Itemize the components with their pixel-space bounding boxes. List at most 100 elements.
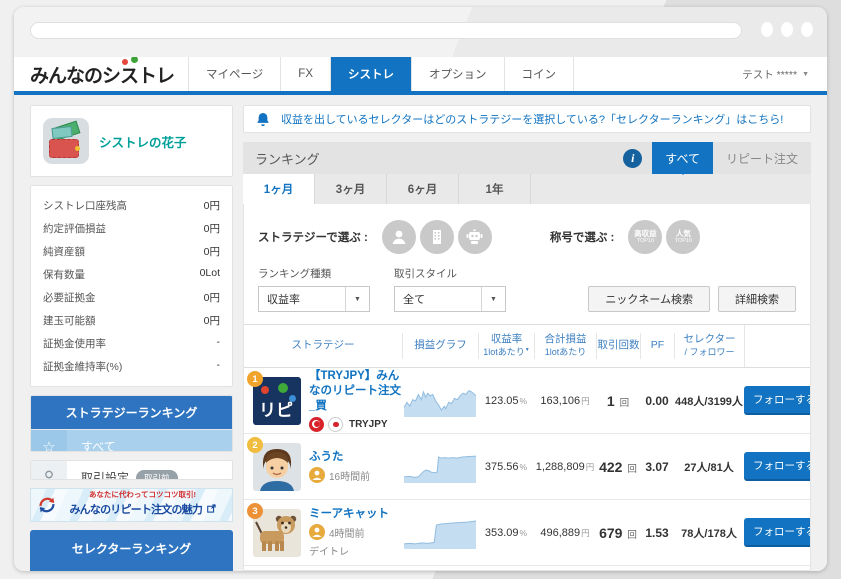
address-bar[interactable] xyxy=(30,22,742,39)
strategy-name-link[interactable]: ふうた xyxy=(309,450,370,465)
building-icon xyxy=(429,228,445,246)
followers-cell: 78人/178人 xyxy=(674,525,744,541)
turkey-flag-icon xyxy=(309,417,324,432)
stat-row: 建玉可能額 0円 xyxy=(43,309,220,332)
banner-title: みんなのリピート注文の魅力 xyxy=(69,504,202,516)
pre-trade-badge: 取引前 xyxy=(136,470,178,480)
stat-label: 保有数量 xyxy=(43,267,85,282)
trade-style-value: 全て xyxy=(403,291,425,307)
table-row: 2 xyxy=(244,434,810,500)
stat-value: 0円 xyxy=(204,244,220,259)
app-root: みんなのシストレ マイページ FX シストレ オプション コイン テスト ***… xyxy=(14,57,827,571)
human-strategy-filter[interactable] xyxy=(382,220,416,254)
strategy-name-link[interactable]: ミーアキャット xyxy=(309,507,389,522)
strategy-name-link[interactable]: 【TRYJPY】みんなのリピート注文_買 xyxy=(309,369,402,414)
period-tab-1y[interactable]: 1年 xyxy=(459,174,531,204)
follow-button[interactable]: フォローする xyxy=(744,518,811,547)
title-filters: 高収益 TOP10 人気 TOP10 xyxy=(628,220,700,254)
browser-chrome xyxy=(14,7,827,57)
circular-arrows-icon xyxy=(36,494,58,516)
badge-label: 人気 xyxy=(676,229,691,238)
period-tab-3m[interactable]: 3ヶ月 xyxy=(315,174,387,204)
stat-row: 必要証拠金 0円 xyxy=(43,286,220,309)
trade-count-cell: 422 回 xyxy=(596,459,640,475)
title-filter-label: 称号で選ぶ : xyxy=(550,229,615,245)
desktop-background: みんなのシストレ マイページ FX シストレ オプション コイン テスト ***… xyxy=(0,0,841,579)
col-header-action xyxy=(744,325,810,367)
avatar-text: リピ xyxy=(259,396,293,421)
table-row: 3 xyxy=(244,500,810,566)
popular-top10-filter[interactable]: 人気 TOP10 xyxy=(666,220,700,254)
pf-cell: 3.07 xyxy=(640,460,674,474)
logo-dots-icon xyxy=(122,57,138,65)
chevron-down-icon: ▼ xyxy=(481,287,505,311)
col-header-return[interactable]: 収益率 1lotあたり▼ xyxy=(478,333,534,358)
stat-row: 証拠金使用率 - xyxy=(43,332,220,355)
stat-label: 純資産額 xyxy=(43,244,85,259)
selector-ranking-menu-title[interactable]: セレクターランキング xyxy=(30,530,233,571)
stat-value: 0Lot xyxy=(200,267,220,282)
ranking-type-select[interactable]: 収益率 ▼ xyxy=(258,286,370,312)
nav-item-fx[interactable]: FX xyxy=(281,57,331,91)
sidebar-item-trade-settings[interactable]: 取引設定 取引前 xyxy=(31,461,232,480)
nav-item-coin[interactable]: コイン xyxy=(505,57,575,91)
nav-item-systore[interactable]: シストレ xyxy=(331,57,412,91)
stat-row: 約定評価損益 0円 xyxy=(43,217,220,240)
profile-card[interactable]: シストレの花子 xyxy=(30,105,233,177)
trade-settings-label: 取引設定 xyxy=(81,469,129,480)
ranking-tab-repeat[interactable]: リピート注文 xyxy=(713,142,811,174)
trade-style-select[interactable]: 全て ▼ xyxy=(394,286,506,312)
robot-icon xyxy=(465,228,484,246)
browser-button[interactable] xyxy=(801,22,813,37)
badge-sub: TOP10 xyxy=(637,238,654,245)
app-header: みんなのシストレ マイページ FX シストレ オプション コイン テスト ***… xyxy=(14,57,827,91)
detail-search-button[interactable]: 詳細検索 xyxy=(718,286,796,312)
stat-value: - xyxy=(217,336,221,351)
nav-item-option[interactable]: オプション xyxy=(412,57,505,91)
strategy-type-filters xyxy=(382,220,492,254)
nickname-search-button[interactable]: ニックネーム検索 xyxy=(588,286,710,312)
robot-strategy-filter[interactable] xyxy=(458,220,492,254)
stat-value: 0円 xyxy=(204,290,220,305)
trade-count-cell: 1 回 xyxy=(596,393,640,409)
follow-button[interactable]: フォローする xyxy=(744,386,811,415)
strategy-ranking-menu-title: ストラテジーランキング xyxy=(31,396,232,429)
currency-pair: TRYJPY xyxy=(349,419,388,430)
browser-button[interactable] xyxy=(781,22,793,37)
ranking-type-value: 収益率 xyxy=(267,291,300,307)
pf-cell: 0.00 xyxy=(640,394,674,408)
account-menu[interactable]: テスト ***** ▼ xyxy=(742,67,809,82)
corporate-strategy-filter[interactable] xyxy=(420,220,454,254)
sidebar-item-all[interactable]: ☆ すべて xyxy=(31,429,232,452)
app-logo[interactable]: みんなのシストレ xyxy=(30,61,188,88)
browser-buttons xyxy=(761,22,813,37)
gold-member-icon xyxy=(309,467,325,483)
nav-item-mypage[interactable]: マイページ xyxy=(189,57,281,91)
bell-icon xyxy=(256,112,270,127)
high-profit-top10-filter[interactable]: 高収益 TOP10 xyxy=(628,220,662,254)
info-icon[interactable]: i xyxy=(623,149,642,168)
ranking-tab-all[interactable]: すべて xyxy=(652,142,713,174)
browser-button[interactable] xyxy=(761,22,773,37)
stat-label: 証拠金使用率 xyxy=(43,336,106,351)
notice-bar[interactable]: 収益を出しているセレクターはどのストラテジーを選択している?「セレクターランキン… xyxy=(243,105,811,133)
stat-row: 証拠金維持率(%) - xyxy=(43,355,220,378)
ranking-content: ストラテジーで選ぶ : xyxy=(243,204,811,571)
stat-row: 保有数量 0Lot xyxy=(43,263,220,286)
follow-button[interactable]: フォローする xyxy=(744,452,811,481)
pf-cell: 1.53 xyxy=(640,526,674,540)
followers-cell: 27人/81人 xyxy=(674,459,744,475)
star-icon: ☆ xyxy=(31,430,67,452)
return-rate-cell: 375.56% xyxy=(478,461,534,473)
return-rate-cell: 353.09% xyxy=(478,527,534,539)
trade-count-cell: 679 回 xyxy=(596,525,640,541)
repeat-order-banner[interactable]: あなたに代わってコツコツ取引! みんなのリピート注文の魅力 xyxy=(30,488,233,522)
rank-badge: 2 xyxy=(247,437,263,453)
period-tab-1m[interactable]: 1ヶ月 xyxy=(243,174,315,204)
stat-value: 0円 xyxy=(204,313,220,328)
col-header-trades: 取引回数 xyxy=(596,333,640,358)
table-row: 1 リピ 【TRYJPY】みんなのリピート注文_買 xyxy=(244,368,810,434)
period-tab-6m[interactable]: 6ヶ月 xyxy=(387,174,459,204)
badge-label: 高収益 xyxy=(634,229,657,238)
updated-time: 16時間前 xyxy=(329,468,370,483)
